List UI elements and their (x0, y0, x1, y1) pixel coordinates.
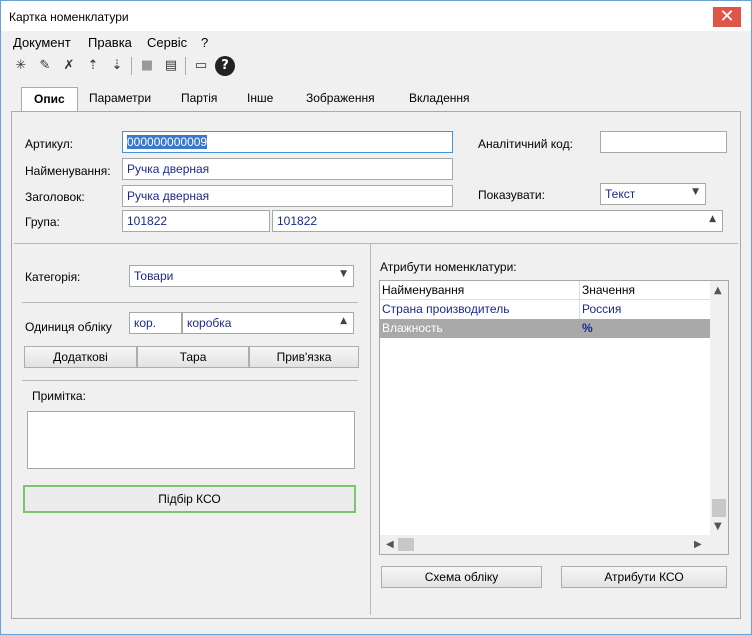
menu-help[interactable]: ? (201, 35, 208, 50)
unit-full-value: коробка (187, 316, 232, 330)
vertical-scrollbar[interactable]: ▲ ▼ (710, 281, 728, 535)
vertical-divider (370, 243, 371, 615)
unit-full-select[interactable]: коробка ▲ (182, 312, 354, 334)
scroll-right-icon[interactable]: ▶ (694, 539, 702, 550)
article-label: Артикул: (25, 137, 74, 151)
category-label: Категорія: (25, 270, 81, 284)
delete-item-icon[interactable]: ✗ (59, 56, 79, 76)
tab-attachments[interactable]: Вкладення (409, 91, 470, 105)
attributes-title: Атрибути номенклатури: (380, 260, 517, 274)
stop-icon[interactable]: ■ (137, 56, 157, 76)
menu-edit[interactable]: Правка (88, 35, 132, 50)
tab-images[interactable]: Зображення (306, 91, 375, 105)
toolbar-separator (131, 57, 132, 75)
window-title: Картка номенклатури (9, 10, 129, 24)
close-icon[interactable]: ✕ (713, 7, 741, 27)
table-row[interactable]: Влажность % (380, 319, 710, 338)
note-field[interactable] (27, 411, 355, 469)
tab-other[interactable]: Інше (247, 91, 273, 105)
toolbar: ✳ ✎ ✗ ⇡ ⇣ ■ ▤ ▭ ? (1, 53, 751, 79)
accounting-scheme-button[interactable]: Схема обліку (381, 566, 542, 588)
tab-bar: Опис Параметри Партія Інше Зображення Вк… (11, 87, 741, 112)
scroll-left-icon[interactable]: ◀ (386, 539, 394, 550)
scroll-thumb[interactable] (712, 499, 726, 517)
name-field[interactable]: Ручка дверная (122, 158, 453, 180)
description-panel: Артикул: 000000000009 Аналітичний код: Н… (11, 111, 741, 619)
attribute-value: % (582, 321, 593, 335)
name-label: Найменування: (25, 164, 111, 178)
menu-document[interactable]: Документ (13, 35, 71, 50)
tab-parameters[interactable]: Параметри (89, 91, 151, 105)
horizontal-scrollbar[interactable]: ◀ ▶ (380, 535, 728, 554)
help-icon[interactable]: ? (215, 56, 235, 76)
table-row[interactable]: Страна производитель Россия (380, 300, 710, 319)
analytic-code-label: Аналітичний код: (478, 137, 573, 151)
chevron-down-icon: ▼ (340, 269, 347, 279)
attributes-table: Найменування Значення Страна производите… (379, 280, 729, 555)
new-item-icon[interactable]: ✳ (11, 56, 31, 76)
tara-button[interactable]: Тара (137, 346, 249, 368)
group-name-value: 101822 (277, 214, 318, 228)
group-code-field[interactable]: 101822 (122, 210, 270, 232)
divider (22, 302, 358, 303)
divider (22, 380, 358, 381)
binding-button[interactable]: Прив'язка (249, 346, 359, 368)
chevron-up-icon: ▲ (709, 214, 716, 224)
report-icon[interactable]: ▤ (161, 56, 181, 76)
unit-label: Одиниця обліку (25, 320, 112, 334)
show-label: Показувати: (478, 188, 545, 202)
chevron-up-icon: ▲ (340, 316, 347, 326)
show-select-value: Текст (605, 187, 636, 201)
copy-down-icon[interactable]: ⇣ (107, 56, 127, 76)
note-label: Примітка: (32, 389, 86, 403)
category-value: Товари (134, 269, 174, 283)
attribute-value: Россия (582, 302, 622, 316)
category-select[interactable]: Товари ▼ (129, 265, 354, 287)
scroll-thumb[interactable] (398, 538, 414, 551)
additional-button[interactable]: Додаткові (24, 346, 137, 368)
group-name-field[interactable]: 101822 ▲ (272, 210, 723, 232)
article-field[interactable]: 000000000009 (122, 131, 453, 153)
scroll-up-icon[interactable]: ▲ (714, 285, 722, 296)
group-label: Група: (25, 215, 60, 229)
window: Картка номенклатури ✕ Документ Правка Се… (0, 0, 752, 635)
table-header: Найменування Значення (380, 281, 710, 300)
kso-select-button[interactable]: Підбір КСО (23, 485, 356, 513)
show-select[interactable]: Текст ▼ (600, 183, 706, 205)
attribute-name: Страна производитель (382, 302, 510, 316)
column-header-name[interactable]: Найменування (382, 283, 464, 297)
column-header-value[interactable]: Значення (582, 283, 635, 297)
unit-short-field[interactable]: кор. (129, 312, 182, 334)
toolbar-separator (185, 57, 186, 75)
kso-attributes-button[interactable]: Атрибути КСО (561, 566, 727, 588)
heading-field[interactable]: Ручка дверная (122, 185, 453, 207)
tab-batch[interactable]: Партія (181, 91, 217, 105)
divider (14, 243, 738, 244)
copy-up-icon[interactable]: ⇡ (83, 56, 103, 76)
heading-label: Заголовок: (25, 190, 85, 204)
analytic-code-field[interactable] (600, 131, 727, 153)
form-icon[interactable]: ▭ (191, 56, 211, 76)
tab-description[interactable]: Опис (21, 87, 78, 112)
menu-service[interactable]: Сервіс (147, 35, 187, 50)
edit-item-icon[interactable]: ✎ (35, 56, 55, 76)
chevron-down-icon: ▼ (692, 187, 699, 197)
scroll-down-icon[interactable]: ▼ (714, 521, 722, 532)
attribute-name: Влажность (382, 321, 443, 335)
title-bar: Картка номенклатури ✕ (1, 1, 751, 31)
menu-bar: Документ Правка Сервіс ? (1, 31, 751, 53)
